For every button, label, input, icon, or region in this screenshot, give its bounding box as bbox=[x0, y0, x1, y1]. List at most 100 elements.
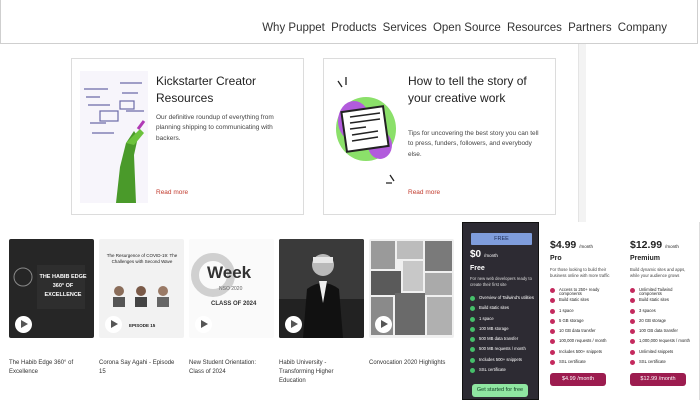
episode-label: EPISODE 15 bbox=[129, 323, 156, 328]
price-period: /month bbox=[579, 244, 594, 249]
card-title[interactable]: How to tell the story of your creative w… bbox=[408, 73, 547, 108]
card-description: Tips for uncovering the best story you c… bbox=[408, 130, 539, 158]
read-more-link[interactable]: Read more bbox=[408, 189, 440, 196]
check-icon bbox=[550, 360, 555, 366]
check-icon bbox=[630, 349, 635, 355]
video-title[interactable]: Corona Say Agahi - Episode 15 bbox=[99, 359, 184, 377]
video-title[interactable]: The Habib Edge 360° of Excellence bbox=[9, 359, 94, 377]
thumb-text: THE HABIB EDGE 360° OF EXCELLENCE bbox=[39, 274, 87, 298]
scroll-edge bbox=[578, 44, 586, 222]
feature-text: 100 MB storage bbox=[479, 325, 509, 331]
check-icon bbox=[470, 316, 475, 322]
play-icon[interactable] bbox=[15, 316, 32, 333]
plan-price: $0/month bbox=[470, 249, 498, 260]
feature-text: 500 MB requests / month bbox=[479, 346, 526, 352]
nav-link-why-puppet[interactable]: Why Puppet bbox=[262, 22, 325, 34]
check-icon bbox=[630, 318, 635, 324]
plan-description: For those looking to build their busines… bbox=[550, 267, 610, 278]
price-value: $12.99 bbox=[630, 239, 663, 251]
play-icon[interactable] bbox=[285, 316, 302, 333]
feature-text: 3 spaces bbox=[639, 307, 656, 313]
video-tile[interactable]: THE HABIB EDGE 360° OF EXCELLENCE The Ha… bbox=[9, 239, 94, 377]
feature-text: Build static sites bbox=[479, 305, 510, 311]
feature-list: Unlimited Tailwind components Build stat… bbox=[630, 287, 695, 370]
plan-name: Free bbox=[470, 265, 485, 272]
play-icon[interactable] bbox=[375, 316, 392, 333]
check-icon bbox=[630, 288, 635, 293]
plan-name: Pro bbox=[550, 255, 562, 262]
nav-link-open-source[interactable]: Open Source bbox=[433, 22, 501, 34]
feature-list: Access to 250+ ready components Build st… bbox=[550, 287, 613, 370]
feature-item: SSL certificate bbox=[630, 359, 695, 370]
video-tile[interactable]: Convocation 2020 Highlights bbox=[369, 239, 454, 368]
thumb-subtext: NSO 2020 bbox=[219, 286, 243, 292]
choose-premium-button[interactable]: $12.99 /month bbox=[630, 373, 686, 386]
nav-link-products[interactable]: Products bbox=[331, 22, 376, 34]
whiteboard-illustration bbox=[80, 71, 148, 203]
nav-links: Why Puppet Products Services Open Source… bbox=[262, 22, 667, 34]
plan-description: Build dynamic sites and apps, while your… bbox=[630, 267, 686, 278]
feature-text: Build static sites bbox=[639, 297, 670, 303]
check-icon bbox=[550, 308, 555, 314]
video-title[interactable]: Convocation 2020 Highlights bbox=[369, 359, 454, 368]
feature-text: 20 GB storage bbox=[639, 317, 667, 323]
choose-pro-button[interactable]: $4.99 /month bbox=[550, 373, 606, 386]
play-icon[interactable] bbox=[195, 316, 212, 333]
plan-description: For new web developers ready to create t… bbox=[470, 276, 532, 287]
feature-text: Includes 500+ snippets bbox=[479, 356, 522, 362]
check-icon bbox=[470, 357, 475, 363]
video-tile[interactable]: Habib University - Transforming Higher E… bbox=[279, 239, 364, 386]
feature-text: 10 GB data transfer bbox=[559, 328, 596, 334]
nav-link-services[interactable]: Services bbox=[383, 22, 427, 34]
newspaper-illustration bbox=[332, 71, 400, 203]
check-icon bbox=[470, 326, 475, 332]
check-icon bbox=[550, 298, 555, 304]
top-navbar: Why Puppet Products Services Open Source… bbox=[0, 0, 698, 44]
read-more-link[interactable]: Read more bbox=[156, 189, 188, 196]
feature-item: SSL certificate bbox=[470, 367, 534, 378]
price-period: /month bbox=[665, 244, 679, 249]
video-tile[interactable]: The Resurgence of COVID-19: The Challeng… bbox=[99, 239, 184, 377]
nav-link-partners[interactable]: Partners bbox=[568, 22, 611, 34]
video-thumbnail: Week NSO 2020 CLASS OF 2024 bbox=[189, 239, 274, 338]
feature-item: SSL certificate bbox=[550, 359, 613, 370]
pricing-section: FREE $0/month Free For new web developer… bbox=[462, 222, 700, 400]
video-thumbnail bbox=[279, 239, 364, 338]
check-icon bbox=[550, 339, 555, 345]
resource-card-story[interactable]: How to tell the story of your creative w… bbox=[323, 58, 556, 215]
plan-name: Premium bbox=[630, 255, 660, 262]
nav-link-resources[interactable]: Resources bbox=[507, 22, 562, 34]
card-title[interactable]: Kickstarter Creator Resources bbox=[156, 73, 295, 108]
check-icon bbox=[470, 306, 475, 312]
thumb-text: Week bbox=[207, 263, 252, 282]
video-tile[interactable]: Week NSO 2020 CLASS OF 2024 New Student … bbox=[189, 239, 274, 377]
get-started-button[interactable]: Get started for free bbox=[472, 384, 528, 397]
check-icon bbox=[470, 296, 475, 301]
check-icon bbox=[470, 337, 475, 343]
feature-text: SSL certificate bbox=[639, 359, 666, 365]
check-icon bbox=[550, 329, 555, 335]
check-icon bbox=[550, 349, 555, 355]
check-icon bbox=[470, 368, 475, 374]
video-title[interactable]: New Student Orientation: Class of 2024 bbox=[189, 359, 274, 377]
check-icon bbox=[630, 339, 635, 345]
feature-text: 1 space bbox=[559, 307, 574, 313]
plan-price: $12.99/month bbox=[630, 239, 679, 251]
video-thumbnail: THE HABIB EDGE 360° OF EXCELLENCE bbox=[9, 239, 94, 338]
play-icon[interactable] bbox=[105, 316, 122, 333]
video-title[interactable]: Habib University - Transforming Higher E… bbox=[279, 359, 364, 386]
feature-text: SSL certificate bbox=[479, 367, 506, 373]
plan-tag: FREE bbox=[471, 233, 532, 245]
feature-text: Unlimited snippets bbox=[639, 348, 674, 354]
feature-text: SSL certificate bbox=[559, 359, 586, 365]
resource-card-creator[interactable]: Kickstarter Creator Resources Our defini… bbox=[71, 58, 304, 215]
plan-price: $4.99/month bbox=[550, 239, 593, 251]
feature-text: 1,000,000 requests / month bbox=[639, 338, 690, 344]
price-value: $4.99 bbox=[550, 239, 577, 251]
feature-text: 1 space bbox=[479, 315, 494, 321]
feature-text: Build static sites bbox=[559, 297, 590, 303]
thumb-class: CLASS OF 2024 bbox=[211, 301, 257, 307]
pricing-card-free: FREE $0/month Free For new web developer… bbox=[462, 222, 539, 400]
video-thumbnail bbox=[369, 239, 454, 338]
nav-link-company[interactable]: Company bbox=[618, 22, 667, 34]
